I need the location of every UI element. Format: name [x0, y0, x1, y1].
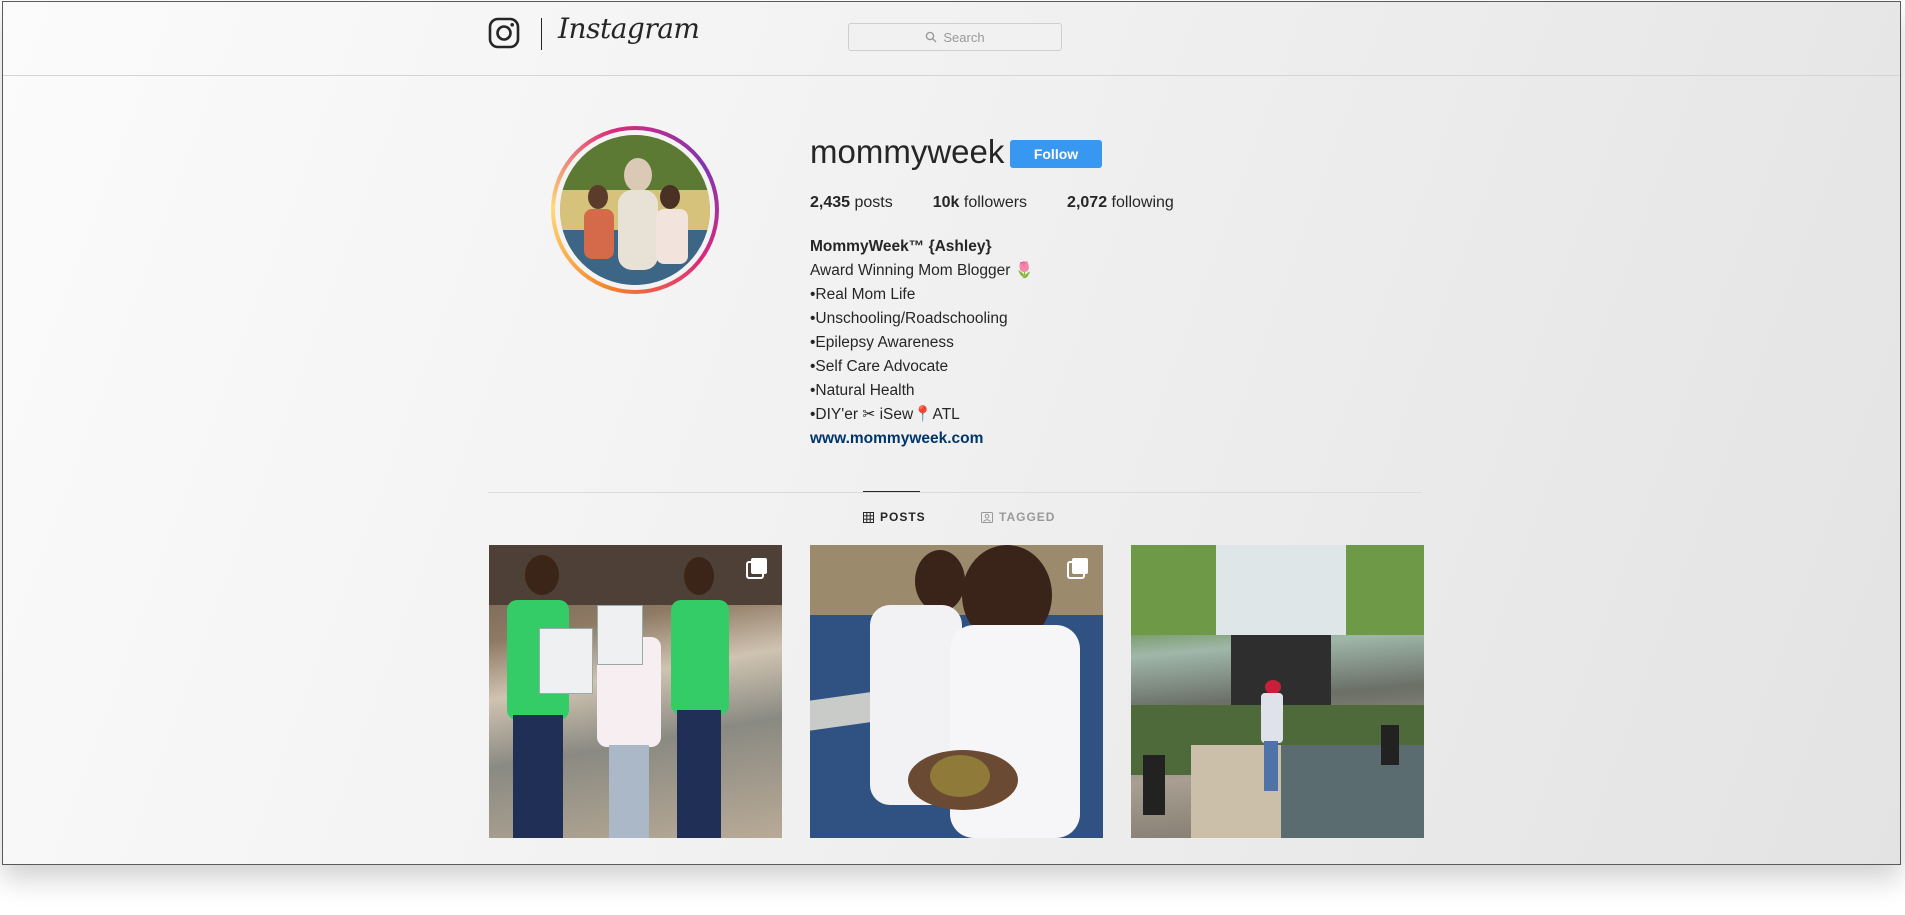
bio-line: •Epilepsy Awareness [810, 334, 954, 351]
bio-line: •Natural Health [810, 382, 915, 399]
posts-label: posts [854, 194, 893, 211]
bio-line: •Unschooling/Roadschooling [810, 310, 1008, 327]
tab-posts[interactable]: POSTS [863, 510, 926, 524]
bio-line: •DIY'er ✂ iSew📍ATL [810, 406, 960, 423]
tagged-icon [981, 511, 993, 523]
following-label: following [1111, 194, 1174, 211]
grid-icon [863, 511, 874, 523]
posts-stat: 2,435 posts [810, 194, 893, 212]
post-thumbnail[interactable] [1131, 545, 1424, 838]
profile-stats: 2,435 posts 10k followers 2,072 followin… [810, 194, 1214, 212]
post-thumbnail[interactable] [810, 545, 1103, 838]
bio-line: Award Winning Mom Blogger 🌷 [810, 262, 1035, 279]
instagram-camera-icon[interactable] [488, 17, 520, 49]
browser-frame: Instagram Search mommyweek Follow 2,435 … [2, 1, 1901, 865]
posts-count: 2,435 [810, 194, 851, 211]
followers-label: followers [963, 194, 1028, 211]
instagram-wordmark[interactable]: Instagram [558, 12, 700, 45]
following-stat[interactable]: 2,072 following [1067, 194, 1174, 212]
profile-bio: MommyWeek™ {Ashley} Award Winning Mom Bl… [810, 235, 1034, 451]
followers-count: 10k [932, 194, 960, 211]
top-navigation-bar: Instagram Search [3, 2, 1900, 76]
search-input[interactable]: Search [848, 23, 1062, 51]
post-thumbnail[interactable] [489, 545, 782, 838]
follow-button[interactable]: Follow [1010, 140, 1102, 168]
tab-posts-label: POSTS [880, 510, 926, 524]
active-tab-indicator [863, 491, 920, 492]
multiple-posts-icon [746, 558, 767, 579]
bio-website-link[interactable]: www.mommyweek.com [810, 427, 1034, 451]
search-placeholder: Search [943, 29, 985, 45]
tab-tagged-label: TAGGED [999, 510, 1056, 524]
bio-line: •Self Care Advocate [810, 358, 949, 375]
tab-tagged[interactable]: TAGGED [981, 510, 1055, 524]
logo-divider [541, 18, 542, 50]
bio-line: •Real Mom Life [810, 286, 916, 303]
avatar-photo [560, 135, 710, 285]
avatar [560, 135, 710, 285]
bio-full-name: MommyWeek™ {Ashley} [810, 238, 992, 255]
profile-avatar-ring[interactable] [551, 126, 719, 294]
followers-stat[interactable]: 10k followers [933, 194, 1027, 212]
search-icon [926, 31, 937, 43]
multiple-posts-icon [1067, 558, 1088, 579]
profile-username: mommyweek [810, 133, 1005, 170]
following-count: 2,072 [1067, 194, 1108, 211]
profile-tabs-divider [488, 492, 1422, 493]
